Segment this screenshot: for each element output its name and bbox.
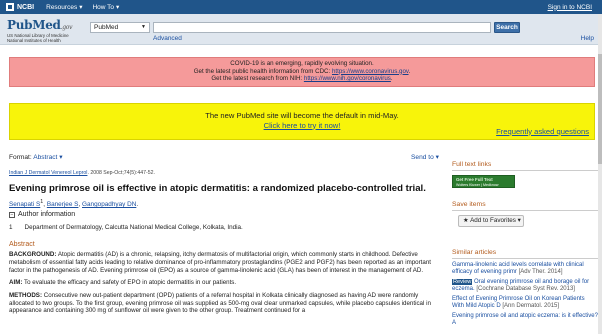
nih-subtitle-line2: National Institutes of Health	[7, 38, 61, 43]
help-link[interactable]: Help	[581, 35, 594, 42]
how-to-menu[interactable]: How To ▾	[92, 3, 120, 12]
review-badge: Review	[452, 278, 473, 285]
journal-link[interactable]: Indian J Dermatol Venereol Leprol	[9, 170, 87, 176]
affiliation-text: Department of Dermatology, Calcutta Nati…	[24, 224, 243, 231]
resources-menu-label: Resources	[46, 3, 78, 11]
abstract-aim: AIM: To evaluate the efficacy and safety…	[9, 279, 439, 287]
cdc-link[interactable]: https://www.coronavirus.gov	[332, 68, 409, 75]
similar-article-source: [Ann Dermatol. 2015]	[502, 303, 560, 310]
covid-alert-banner: COVID-19 is an emerging, rapidly evolvin…	[9, 57, 595, 87]
format-selector[interactable]: Format: Abstract ▾	[9, 153, 63, 161]
author-link[interactable]: Banerjee S	[47, 201, 79, 208]
abstract-text: BACKGROUND: Atopic dermatitis (AD) is a …	[9, 251, 439, 320]
covid-alert-line2: Get the latest public health information…	[10, 68, 594, 76]
resources-menu[interactable]: Resources ▾	[46, 3, 83, 12]
send-to-menu[interactable]: Send to ▾	[411, 153, 439, 161]
background-label: BACKGROUND:	[9, 251, 57, 258]
full-text-provider-text: Get Free Full Text	[456, 177, 493, 182]
similar-articles-heading: Similar articles	[452, 249, 598, 259]
author-information-toggle[interactable]: − Author information	[9, 211, 75, 218]
citation: Indian J Dermatol Venereol Leprol. 2008 …	[9, 170, 155, 176]
list-item: Review Oral evening primrose oil and bor…	[452, 278, 598, 293]
pubmed-header: PubMed.gov US National Library of Medici…	[0, 14, 602, 45]
ncbi-top-bar: NCBI Resources ▾ How To ▾ Sign in to NCBI	[0, 0, 602, 14]
scrollbar-thumb[interactable]	[598, 54, 602, 164]
ncbi-menu: Resources ▾ How To ▾	[46, 3, 120, 12]
covid-alert-line3: Get the latest research from NIH: https:…	[10, 75, 594, 83]
similar-article-link[interactable]: Evening primrose oil and atopic eczema: …	[452, 313, 598, 326]
covid-alert-line3-end: .	[390, 75, 393, 83]
chevron-down-icon: ▾	[116, 4, 120, 11]
ncbi-logo-text: NCBI	[17, 3, 35, 11]
chevron-down-icon: ▾	[57, 154, 63, 161]
ncbi-logo-icon	[6, 3, 14, 11]
how-to-menu-label: How To	[92, 3, 115, 11]
advanced-search-link[interactable]: Advanced	[153, 35, 182, 42]
vertical-scrollbar[interactable]	[598, 14, 602, 334]
faq-link[interactable]: Frequently asked questions	[496, 127, 589, 137]
pubmed-logo-gov: .gov	[60, 24, 73, 31]
new-pubmed-notice: The new PubMed site will become the defa…	[9, 103, 595, 140]
nih-link[interactable]: https://www.nih.gov/coronavirus	[304, 75, 391, 82]
list-item: Gamma-linolenic acid levels correlate wi…	[452, 262, 598, 276]
ncbi-logo[interactable]: NCBI	[6, 3, 34, 11]
similar-article-source: [Adv Ther. 2014]	[518, 269, 563, 276]
list-item: Evening primrose oil and atopic eczema: …	[452, 313, 598, 327]
article-title: Evening primrose oil is effective in ato…	[9, 183, 426, 194]
background-text: Atopic dermatitis (AD) is a chronic, rel…	[9, 251, 432, 274]
star-icon: ★	[463, 217, 471, 224]
abstract-background: BACKGROUND: Atopic dermatitis (AD) is a …	[9, 251, 439, 275]
similar-articles-list: Gamma-linolenic acid levels correlate wi…	[452, 262, 598, 330]
full-text-links-heading: Full text links	[452, 161, 598, 171]
affiliation-number: 1	[9, 224, 13, 231]
sign-in-link[interactable]: Sign in to NCBI	[548, 4, 592, 11]
database-select-value: PubMed	[94, 24, 119, 31]
covid-alert-line3-text: Get the latest research from NIH:	[211, 75, 304, 83]
chevron-down-icon: ▼	[141, 24, 146, 30]
aim-text: To evaluate the efficacy and safety of E…	[24, 279, 237, 287]
pubmed-logo[interactable]: PubMed.gov	[7, 18, 73, 32]
try-new-pubmed-link[interactable]: Click here to try it now!	[264, 121, 341, 130]
similar-article-source: [Cochrane Database Syst Rev. 2013]	[476, 286, 575, 293]
chevron-down-icon: ▾	[515, 217, 521, 224]
save-items-heading: Save items	[452, 201, 598, 211]
affiliation: 1 Department of Dermatology, Calcutta Nat…	[9, 224, 243, 231]
citation-details: . 2008 Sep-Oct;74(5):447-52.	[87, 170, 155, 176]
aim-label: AIM:	[9, 279, 23, 287]
covid-alert-line1: COVID-19 is an emerging, rapidly evolvin…	[230, 60, 374, 67]
database-select[interactable]: PubMed ▼	[90, 22, 150, 33]
abstract-heading: Abstract	[9, 241, 35, 248]
collapse-icon: −	[9, 212, 15, 218]
chevron-down-icon: ▾	[79, 4, 83, 11]
notice-text: The new PubMed site will become the defa…	[205, 111, 399, 120]
list-item: Effect of Evening Primrose Oil on Korean…	[452, 296, 598, 310]
abstract-methods: METHODS: Consecutive new out-patient dep…	[9, 292, 439, 316]
author-affiliation-sup: 1	[40, 199, 44, 205]
author-list: Senapati S1, Banerjee S, Gangopadhyay DN…	[9, 199, 139, 209]
format-value: Abstract	[33, 154, 58, 161]
author-link[interactable]: Gangopadhyay DN	[82, 201, 136, 208]
add-to-favorites-label: Add to Favorites	[470, 217, 516, 224]
methods-label: METHODS:	[9, 291, 42, 299]
covid-alert-line2-end: .	[408, 67, 411, 75]
search-input[interactable]	[153, 22, 491, 33]
full-text-provider-name: Wolters Kluwer | Medknow	[456, 183, 499, 187]
author-information-label: Author information	[18, 211, 76, 218]
author-link[interactable]: Senapati S	[9, 201, 40, 208]
add-to-favorites-button[interactable]: ★ Add to Favorites ▾	[458, 215, 524, 227]
full-text-provider-link[interactable]: Get Free Full Text Wolters Kluwer | Medk…	[452, 175, 515, 188]
nlm-subtitle: US National Library of Medicine National…	[7, 33, 69, 43]
covid-alert-line2-text: Get the latest public health information…	[193, 67, 332, 75]
send-to-label: Send to	[411, 154, 434, 161]
chevron-down-icon: ▾	[433, 154, 439, 161]
format-label: Format:	[9, 154, 32, 161]
methods-text: Consecutive new out-patient department (…	[9, 291, 431, 315]
search-button[interactable]: Search	[494, 22, 520, 33]
pubmed-logo-text: PubMed	[7, 18, 61, 32]
